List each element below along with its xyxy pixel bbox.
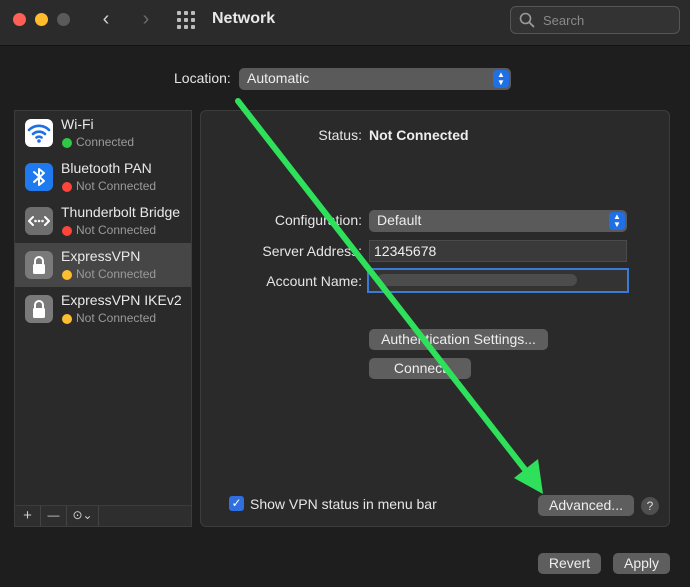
configuration-value: Default [377,212,422,228]
service-name: ExpressVPN IKEv2 [61,292,182,308]
status-dot-icon [62,182,72,192]
service-item-thunderbolt-bridge[interactable]: Thunderbolt Bridge Not Connected [15,199,191,243]
apply-button[interactable]: Apply [613,553,670,574]
service-list-toolbar: + — ⊙⌄ [14,506,192,527]
service-status: Not Connected [76,223,157,237]
lock-icon [25,251,53,279]
status-dot-icon [62,138,72,148]
status-dot-icon [62,270,72,280]
service-status: Not Connected [76,311,157,325]
connect-button[interactable]: Connect [369,358,471,379]
service-item-expressvpn[interactable]: ExpressVPN Not Connected [15,243,191,287]
thunderbolt-bridge-icon [25,207,53,235]
service-status: Not Connected [76,179,157,193]
wifi-icon [25,119,53,147]
remove-service-button[interactable]: — [41,506,67,526]
revert-button[interactable]: Revert [538,553,601,574]
service-status: Not Connected [76,267,157,281]
forward-chevron-icon[interactable]: › [134,8,158,32]
location-value: Automatic [247,70,310,86]
show-vpn-status-label: Show VPN status in menu bar [250,496,437,512]
configuration-label: Configuration: [274,212,362,228]
show-all-grid-icon[interactable] [177,11,197,29]
window-title: Network [212,10,276,27]
back-chevron-icon[interactable]: ‹ [94,8,118,32]
location-select[interactable]: Automatic ▲ ▼ [239,68,511,90]
service-item-wifi[interactable]: Wi-Fi Connected [15,111,191,155]
service-list: Wi-Fi Connected Bluetooth PAN Not Connec… [14,110,192,506]
advanced-button[interactable]: Advanced... [538,495,634,516]
status-dot-icon [62,226,72,236]
minimize-window-button[interactable] [35,13,48,26]
search-input[interactable] [543,11,673,29]
close-window-button[interactable] [13,13,26,26]
server-address-value: 12345678 [374,243,437,259]
select-stepper-icon: ▲ ▼ [493,70,509,88]
service-status: Connected [76,135,135,149]
location-label: Location: [174,70,231,86]
status-label: Status: [318,127,362,143]
lock-icon [25,295,53,323]
account-name-field[interactable] [367,268,629,293]
help-button[interactable]: ? [641,497,659,515]
status-dot-icon [62,314,72,324]
server-address-label: Server Address: [262,243,362,259]
service-item-bluetooth-pan[interactable]: Bluetooth PAN Not Connected [15,155,191,199]
show-vpn-status-checkbox[interactable]: ✓ [229,496,244,511]
service-item-expressvpn-ikev2[interactable]: ExpressVPN IKEv2 Not Connected [15,287,191,331]
select-stepper-icon: ▲ ▼ [609,212,625,230]
search-field[interactable] [510,6,680,34]
service-name: ExpressVPN [61,248,141,264]
bluetooth-icon [25,163,53,191]
service-actions-menu-button[interactable]: ⊙⌄ [67,506,99,526]
zoom-window-button[interactable] [57,13,70,26]
service-name: Thunderbolt Bridge [61,204,181,220]
service-name: Wi-Fi [61,116,94,132]
configuration-select[interactable]: Default ▲ ▼ [369,210,627,232]
title-bar: ‹ › Network [0,0,690,46]
redacted-text [377,274,577,286]
search-icon [519,12,535,28]
server-address-field[interactable]: 12345678 [369,240,627,262]
status-value: Not Connected [369,127,469,143]
account-name-label: Account Name: [266,273,362,289]
vpn-detail-panel [200,110,670,527]
service-name: Bluetooth PAN [61,160,152,176]
authentication-settings-button[interactable]: Authentication Settings... [369,329,548,350]
add-service-button[interactable]: + [15,506,41,526]
